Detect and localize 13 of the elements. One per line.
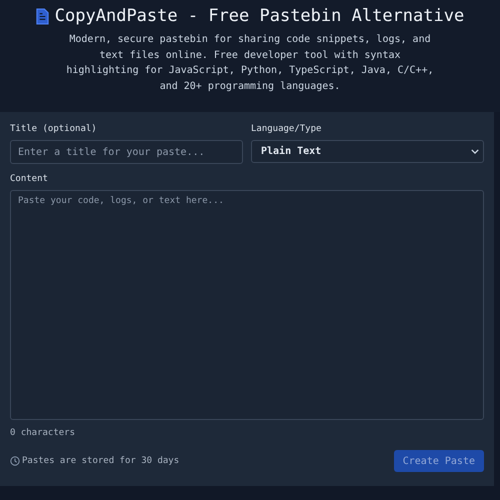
retention-note: Pastes are stored for 30 days — [22, 456, 180, 466]
page-title: CopyAndPaste - Free Pastebin Alternative — [54, 6, 464, 26]
field-label: Content — [10, 174, 49, 184]
title-input[interactable]: Enter a title for your paste... — [10, 140, 243, 164]
field-label: Language/Type — [251, 124, 322, 134]
language-select[interactable]: Plain Text — [251, 140, 484, 163]
page-description: Modern, secure pastebin for sharing code snippets, logs, and text files online. Free developer tool with syntax highlighting for JavaScript, Python, TypeScript, Java, C/C++, and 20+ programming languages. — [65, 33, 435, 94]
content-textarea[interactable]: Paste your code, logs, or text here... — [10, 190, 484, 420]
chevron-down-icon — [471, 149, 479, 154]
field-label: Title (optional) — [10, 124, 98, 134]
clock-icon — [10, 456, 20, 466]
character-count: 0 characters — [10, 428, 76, 438]
document-icon — [36, 8, 49, 24]
